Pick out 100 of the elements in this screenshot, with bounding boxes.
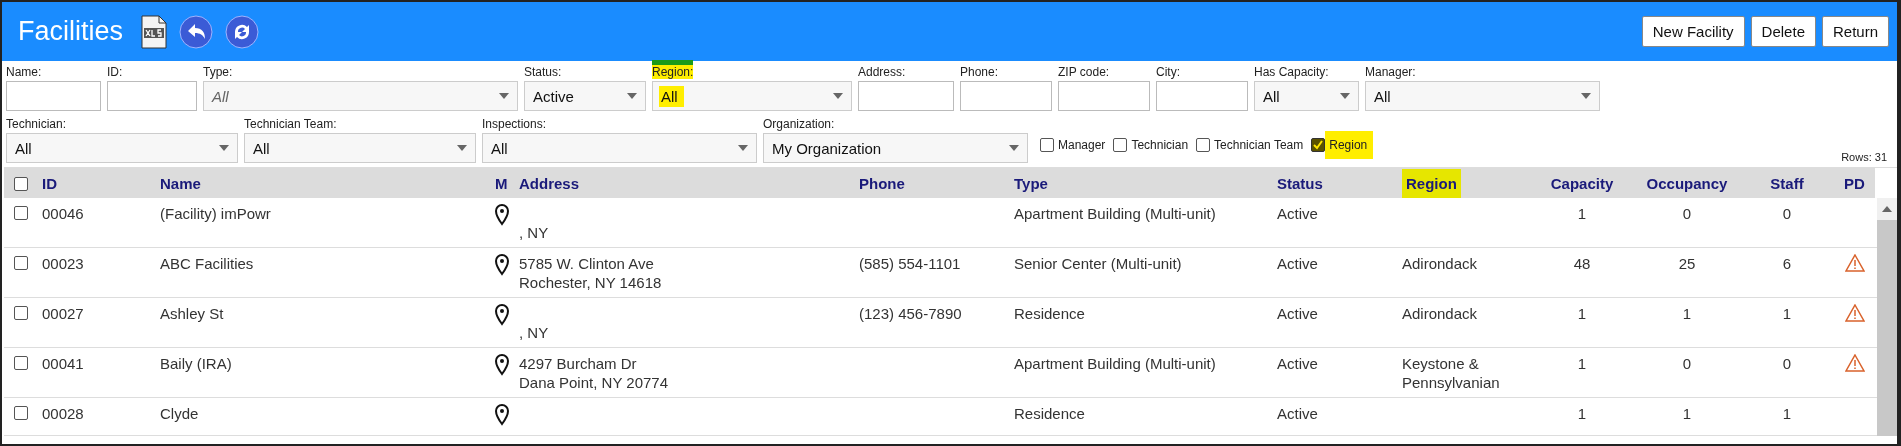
table-cell: Active — [1277, 354, 1318, 373]
dropdown-caret-icon — [1009, 145, 1019, 151]
column-header[interactable]: Name — [160, 174, 201, 192]
table-cell: 6 — [1782, 254, 1792, 273]
warning-icon — [1844, 304, 1865, 322]
table-cell: 00041 — [42, 354, 84, 373]
row-checkbox[interactable] — [14, 256, 28, 270]
text-field[interactable] — [858, 81, 954, 111]
filter-label: Type: — [203, 65, 233, 79]
filter-label: City: — [1156, 65, 1180, 79]
select-all-checkbox[interactable] — [14, 177, 28, 191]
column-header[interactable]: Type — [1014, 174, 1048, 192]
checkbox-label[interactable]: Region — [1325, 131, 1374, 159]
checkbox[interactable] — [1311, 138, 1326, 152]
table-cell: 00027 — [42, 304, 84, 323]
map-pin-icon[interactable] — [495, 404, 509, 426]
row-count: Rows: 31 — [1841, 151, 1888, 163]
column-header[interactable]: Occupancy — [1646, 174, 1728, 192]
address-line: , NY — [519, 323, 550, 342]
table-cell: 0 — [1782, 204, 1792, 223]
checkbox-label[interactable]: Technician — [1127, 138, 1189, 152]
text-field[interactable] — [6, 81, 101, 111]
address-line: 4297 Burcham Dr — [519, 354, 638, 373]
column-header[interactable]: Region — [1402, 168, 1461, 198]
text-field[interactable] — [1156, 81, 1248, 111]
scrollbar[interactable] — [1877, 198, 1897, 436]
table-cell: 00046 — [42, 204, 84, 223]
dropdown-caret-icon — [738, 145, 748, 151]
warning-icon — [1844, 354, 1865, 372]
row-checkbox[interactable] — [14, 356, 28, 370]
dropdown[interactable]: All — [6, 133, 238, 163]
header-button[interactable]: New Facility — [1641, 16, 1745, 47]
row-checkbox[interactable] — [14, 206, 28, 220]
scroll-up-icon[interactable] — [1882, 206, 1892, 212]
dropdown[interactable]: All — [203, 81, 518, 111]
column-header[interactable]: PD — [1844, 174, 1865, 192]
column-header[interactable]: Address — [519, 174, 580, 192]
filter-label: ZIP code: — [1058, 65, 1110, 79]
filter-label: Technician: — [6, 117, 67, 131]
address-line: Dana Point, NY 20774 — [519, 373, 669, 392]
checkbox-label[interactable]: Technician Team — [1210, 138, 1304, 152]
filter-label: Name: — [6, 65, 42, 79]
dropdown-caret-icon — [627, 93, 637, 99]
filter-label: Has Capacity: — [1254, 65, 1329, 79]
address-line: , NY — [519, 223, 550, 242]
table-cell: (123) 456-7890 — [859, 304, 962, 323]
table-cell: 00028 — [42, 404, 84, 423]
header-button[interactable]: Return — [1821, 16, 1889, 47]
text-field[interactable] — [960, 81, 1052, 111]
address-line: Rochester, NY 14618 — [519, 273, 663, 292]
table-cell: Active — [1277, 304, 1318, 323]
map-pin-icon[interactable] — [495, 254, 509, 276]
filter-label: Status: — [524, 65, 562, 79]
dropdown-caret-icon — [499, 93, 509, 99]
map-pin-icon[interactable] — [495, 304, 509, 326]
filter-label: ID: — [107, 65, 123, 79]
dropdown[interactable]: My Organization — [763, 133, 1028, 163]
dropdown[interactable]: All — [1365, 81, 1600, 111]
table-cell: Adirondack — [1402, 304, 1478, 323]
table-cell: (585) 554-1101 — [859, 254, 961, 273]
filter-label: Organization: — [763, 117, 835, 131]
page-title: Facilities — [18, 16, 124, 47]
filter-label: Manager: — [1365, 65, 1416, 79]
checkbox-label[interactable]: Manager — [1054, 138, 1106, 152]
table-cell: 1 — [1682, 404, 1692, 423]
text-field[interactable] — [1058, 81, 1150, 111]
header-button[interactable]: Delete — [1750, 16, 1816, 47]
column-header[interactable]: Capacity — [1550, 174, 1614, 192]
map-pin-icon[interactable] — [495, 354, 509, 376]
checkbox[interactable] — [1040, 138, 1054, 152]
filter-label: Region: — [652, 60, 694, 79]
table-cell: 1 — [1682, 304, 1692, 323]
spreadsheet-file-icon[interactable] — [141, 14, 168, 49]
table-cell: (Facility) imPowr — [160, 204, 271, 223]
row-checkbox[interactable] — [14, 306, 28, 320]
dropdown[interactable]: Active — [524, 81, 646, 111]
column-header[interactable]: Staff — [1770, 174, 1804, 192]
map-pin-icon[interactable] — [495, 204, 509, 226]
table-cell-text: Keystone & Pennsylvanian — [1402, 354, 1501, 392]
text-field[interactable] — [107, 81, 197, 111]
table-cell: 00023 — [42, 254, 84, 273]
dropdown-caret-icon — [457, 145, 467, 151]
dropdown[interactable]: All — [244, 133, 476, 163]
checkbox[interactable] — [1113, 138, 1128, 152]
column-header[interactable]: ID — [42, 174, 57, 192]
table-cell: 0 — [1682, 204, 1692, 223]
column-header[interactable]: M — [495, 174, 508, 192]
dropdown[interactable]: All — [482, 133, 757, 163]
address-line: 5785 W. Clinton Ave — [519, 254, 655, 273]
table-cell: 48 — [1573, 254, 1591, 273]
row-checkbox[interactable] — [14, 406, 28, 420]
column-header[interactable]: Status — [1277, 174, 1323, 192]
dropdown[interactable]: All — [652, 81, 852, 111]
dropdown[interactable]: All — [1254, 81, 1359, 111]
table-cell: Active — [1277, 204, 1318, 223]
checkbox[interactable] — [1196, 138, 1211, 152]
column-header[interactable]: Phone — [859, 174, 905, 192]
refresh-icon[interactable] — [225, 14, 260, 49]
table-cell: Active — [1277, 404, 1318, 423]
warning-icon — [1844, 254, 1865, 272]
